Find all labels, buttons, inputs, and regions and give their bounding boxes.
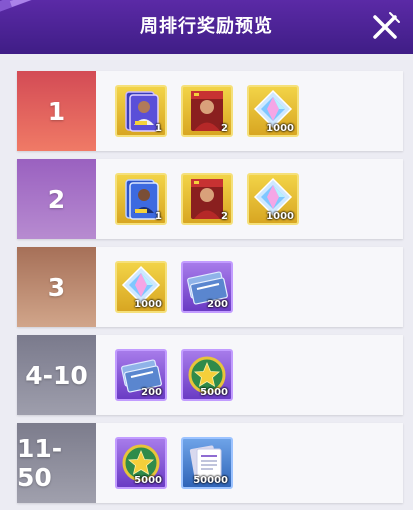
item-quantity: 5000 <box>134 475 162 486</box>
reward-item[interactable]: 2 <box>181 173 233 225</box>
item-quantity: 200 <box>141 387 162 398</box>
item-quantity: 5000 <box>200 387 228 398</box>
header-bar: 周排行奖励预览 <box>0 0 413 54</box>
rank-label: 2 <box>17 159 96 239</box>
reward-item[interactable]: 200 <box>115 349 167 401</box>
item-quantity: 200 <box>207 299 228 310</box>
reward-row-rank-3: 3 1000 200 <box>17 247 403 327</box>
reward-items: 200 5000 <box>115 349 233 401</box>
reward-row-rank-1: 1 1 2 1000 <box>17 71 403 151</box>
item-quantity: 1000 <box>134 299 162 310</box>
reward-item[interactable]: 1000 <box>247 85 299 137</box>
item-quantity: 1 <box>155 123 162 134</box>
reward-row-rank-4-10: 4-10 200 5000 <box>17 335 403 415</box>
reward-item[interactable]: 200 <box>181 261 233 313</box>
item-quantity: 1000 <box>266 211 294 222</box>
reward-item[interactable]: 5000 <box>181 349 233 401</box>
rank-label: 3 <box>17 247 96 327</box>
item-quantity: 2 <box>221 211 228 222</box>
rank-label: 4-10 <box>17 335 96 415</box>
page-title: 周排行奖励预览 <box>140 16 273 37</box>
close-icon <box>373 12 400 39</box>
reward-items: 1 2 1000 <box>115 173 299 225</box>
reward-item[interactable]: 1 <box>115 173 167 225</box>
rank-label: 1 <box>17 71 96 151</box>
reward-items: 1000 200 <box>115 261 233 313</box>
close-button[interactable] <box>367 9 403 45</box>
item-quantity: 2 <box>221 123 228 134</box>
reward-item[interactable]: 5000 <box>115 437 167 489</box>
reward-item[interactable]: 2 <box>181 85 233 137</box>
reward-item[interactable]: 1000 <box>247 173 299 225</box>
item-quantity: 1 <box>155 211 162 222</box>
reward-item[interactable]: 1000 <box>115 261 167 313</box>
reward-item[interactable]: 50000 <box>181 437 233 489</box>
item-quantity: 1000 <box>266 123 294 134</box>
reward-item[interactable]: 1 <box>115 85 167 137</box>
rank-label: 11-50 <box>17 423 96 503</box>
reward-row-rank-11-50: 11-50 5000 50000 <box>17 423 403 503</box>
rewards-panel: 1 1 2 1000 2 1 2 1000 3 1000 200 4-10 20… <box>0 54 413 510</box>
reward-row-rank-2: 2 1 2 1000 <box>17 159 403 239</box>
reward-items: 5000 50000 <box>115 437 233 489</box>
reward-items: 1 2 1000 <box>115 85 299 137</box>
item-quantity: 50000 <box>193 475 228 486</box>
